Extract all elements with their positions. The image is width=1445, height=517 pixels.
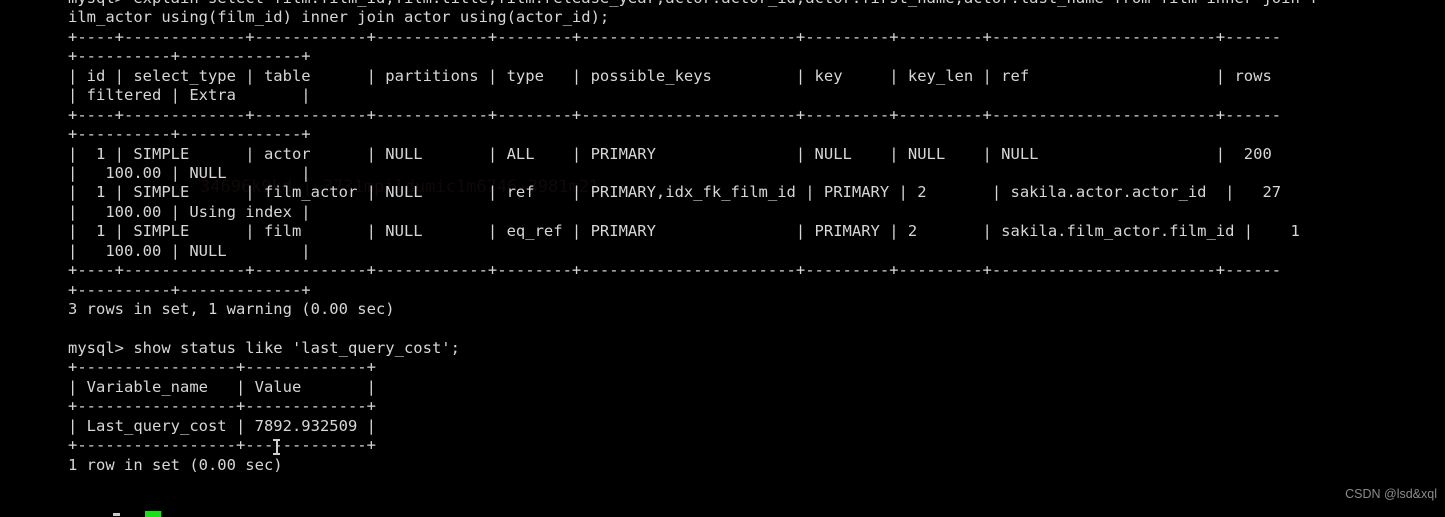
terminal-line: +----+-------------+------------+-------… (68, 105, 1282, 124)
terminal-line: | 1 | SIMPLE | film_actor | NULL | ref |… (68, 183, 1282, 202)
terminal-line: ilm_actor using(film_id) inner join acto… (68, 8, 610, 27)
csdn-watermark: CSDN @lsd&xql (1345, 486, 1437, 501)
terminal-line: +----+-------------+------------+-------… (68, 261, 1282, 280)
terminal-line: +-----------------+-------------+ (68, 397, 376, 416)
terminal-output[interactable]: mysql> explain select film.film_id,film.… (68, 0, 1445, 494)
terminal-cursor (145, 511, 161, 517)
terminal-line: mysql> explain select film.film_id,film.… (68, 0, 1445, 8)
terminal-line: +----------+-------------+ (68, 280, 311, 299)
prompt-underscore (113, 513, 120, 516)
terminal-line: | 100.00 | Using index | (68, 202, 311, 221)
terminal-line: +-----------------+-------------+ (68, 358, 376, 377)
terminal-line: 1 row in set (0.00 sec) (68, 455, 283, 474)
terminal-line (68, 475, 1445, 494)
terminal-line: 3 rows in set, 1 warning (0.00 sec) (68, 300, 395, 318)
terminal-line: mysql> show status like 'last_query_cost… (68, 338, 460, 357)
terminal-line (68, 319, 1445, 338)
terminal-line: +-----------------+-------------+ (68, 436, 376, 455)
terminal-line: | Last_query_cost | 7892.932509 | (68, 416, 376, 435)
terminal-window[interactable]: 34696k9kd | 3731mpildumic1m6746-3981m21 … (0, 0, 1445, 517)
terminal-line: | 1 | SIMPLE | actor | NULL | ALL | PRIM… (68, 144, 1272, 163)
terminal-line: | 100.00 | NULL | (68, 241, 311, 260)
terminal-line: +----+-------------+------------+-------… (68, 27, 1282, 46)
terminal-line: +----------+-------------+ (68, 125, 311, 144)
terminal-line: | 100.00 | NULL | (68, 163, 311, 182)
terminal-line: +----------+-------------+ (68, 47, 311, 66)
terminal-line: | 1 | SIMPLE | film | NULL | eq_ref | PR… (68, 222, 1300, 241)
terminal-line: | id | select_type | table | partitions … (68, 66, 1272, 85)
terminal-line: | Variable_name | Value | (68, 377, 376, 396)
terminal-line: | filtered | Extra | (68, 86, 311, 105)
